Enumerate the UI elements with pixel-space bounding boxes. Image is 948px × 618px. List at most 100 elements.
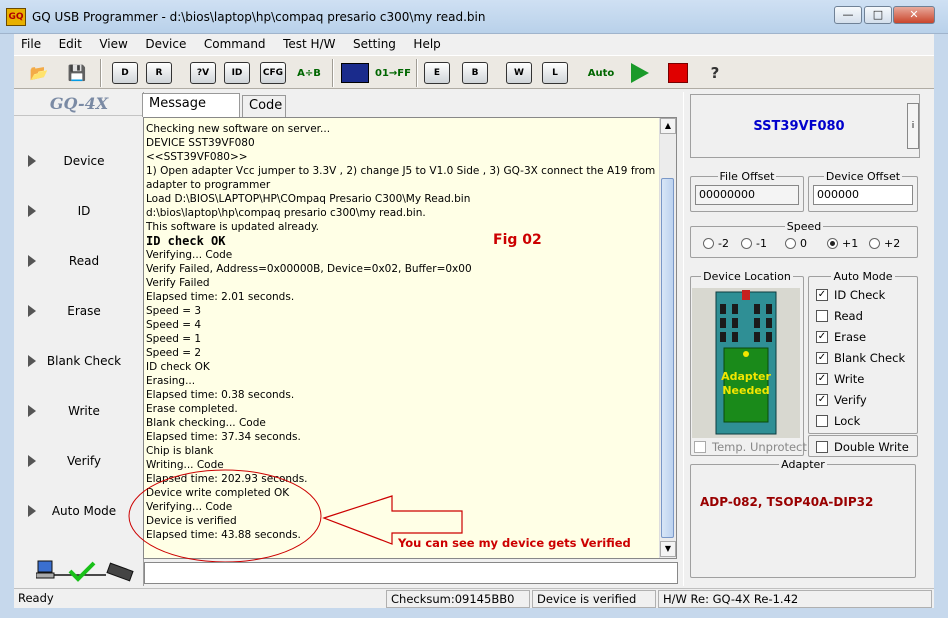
menu-help[interactable]: Help: [406, 34, 447, 51]
nav-erase[interactable]: Erase: [14, 286, 144, 336]
save-file-button[interactable]: 💾: [64, 59, 90, 87]
command-input[interactable]: [144, 562, 678, 584]
menu-file[interactable]: File: [14, 34, 48, 51]
scroll-up-arrow-icon[interactable]: ▲: [660, 118, 676, 134]
menu-device[interactable]: Device: [138, 34, 193, 51]
auto-mode-label: Lock: [834, 414, 861, 428]
nav-write[interactable]: Write: [14, 386, 144, 436]
play-arrow-icon: [28, 455, 36, 467]
radio-icon: [827, 238, 838, 249]
auto-mode-checkbox[interactable]: ✓ Write: [816, 372, 864, 386]
log-line: Verify Failed, Address=0x00000B, Device=…: [146, 263, 472, 275]
log-line: Speed = 2: [146, 347, 202, 359]
stop-icon: [668, 63, 688, 83]
play-arrow-icon: [28, 205, 36, 217]
auto-mode-checkbox[interactable]: ✓ Verify: [816, 393, 867, 407]
log-line: Elapsed time: 37.34 seconds.: [146, 431, 301, 443]
auto-mode-label: Write: [834, 372, 865, 386]
chip-label-line2: Needed: [722, 384, 769, 397]
nav-id[interactable]: ID: [14, 186, 144, 236]
toolbar-separator: [100, 59, 102, 87]
speed-radio[interactable]: -2: [703, 237, 729, 250]
id-button[interactable]: ID: [222, 59, 252, 87]
nav-read[interactable]: Read: [14, 236, 144, 286]
toolbar-separator: [416, 59, 418, 87]
scroll-thumb[interactable]: [661, 178, 674, 538]
nav-label: Blank Check: [46, 354, 122, 368]
close-button[interactable]: ✕: [893, 6, 935, 24]
log-line: d:\bios\laptop\hp\compaq presario c300\m…: [146, 207, 426, 219]
file-offset-field[interactable]: 00000000: [695, 185, 799, 205]
socket-icon: Adapter Needed: [715, 290, 777, 435]
nav-label: Erase: [67, 304, 101, 318]
toolbar-separator: [332, 59, 334, 87]
log-line: adapter to programmer: [146, 179, 271, 191]
compare-button[interactable]: A÷B: [294, 59, 324, 87]
tab-message-log[interactable]: Message Log: [142, 93, 240, 131]
scroll-down-arrow-icon[interactable]: ▼: [660, 541, 676, 557]
menu-edit[interactable]: Edit: [52, 34, 89, 51]
menu-test-hw[interactable]: Test H/W: [276, 34, 342, 51]
speed-radio-label: -1: [756, 237, 767, 250]
open-file-button[interactable]: 📂: [26, 59, 52, 87]
double-write-checkbox[interactable]: Double Write: [816, 440, 909, 454]
adapter-group: Adapter: [690, 458, 916, 578]
speed-radio[interactable]: 0: [785, 237, 807, 250]
log-line: This software is updated already.: [146, 221, 319, 233]
auto-button[interactable]: Auto: [584, 59, 618, 87]
checkbox-icon: [816, 441, 828, 453]
temp-unprotect-checkbox[interactable]: Temp. Unprotect: [694, 440, 807, 454]
speed-radio-label: +2: [884, 237, 901, 250]
stop-button[interactable]: [664, 59, 692, 87]
log-line: Speed = 3: [146, 305, 202, 317]
read-button[interactable]: R: [144, 59, 174, 87]
device-info-button[interactable]: i: [907, 103, 919, 149]
tab-code[interactable]: Code: [242, 95, 286, 117]
speed-radio[interactable]: -1: [741, 237, 767, 250]
auto-mode-checkbox[interactable]: ✓ Blank Check: [816, 351, 905, 365]
radio-icon: [869, 238, 880, 249]
auto-mode-checkbox[interactable]: Lock: [816, 414, 860, 428]
verify-button[interactable]: ?V: [188, 59, 218, 87]
device-offset-field[interactable]: 000000: [813, 185, 913, 205]
nav-auto-mode[interactable]: Auto Mode: [14, 486, 144, 536]
auto-mode-checkbox[interactable]: Read: [816, 309, 863, 323]
device-location-label: Device Location: [703, 270, 791, 283]
menu-setting[interactable]: Setting: [346, 34, 403, 51]
nav-blank-check[interactable]: Blank Check: [14, 336, 144, 386]
hex-edit-button[interactable]: [340, 59, 370, 87]
annotation-overlay: [128, 469, 463, 563]
play-arrow-icon: [28, 305, 36, 317]
checkbox-icon: [694, 441, 706, 453]
nav-verify[interactable]: Verify: [14, 436, 144, 486]
left-panel: GQ-4X Device ID Read Erase Blank Check W…: [14, 92, 144, 586]
blank-check-button[interactable]: B: [460, 59, 490, 87]
auto-mode-checkbox[interactable]: ✓ Erase: [816, 330, 866, 344]
log-line: Speed = 4: [146, 319, 202, 331]
connection-icon: [35, 560, 134, 582]
auto-mode-checkbox[interactable]: ✓ ID Check: [816, 288, 885, 302]
erase-button[interactable]: E: [422, 59, 452, 87]
menu-command[interactable]: Command: [197, 34, 273, 51]
menu-view[interactable]: View: [92, 34, 134, 51]
chip-icon: R: [146, 62, 172, 84]
fill-button[interactable]: 01→FF: [375, 59, 411, 87]
log-scrollbar[interactable]: ▲ ▼: [659, 118, 676, 558]
menu-bar: File Edit View Device Command Test H/W S…: [14, 34, 934, 54]
run-button[interactable]: [626, 59, 654, 87]
help-button[interactable]: ?: [704, 59, 726, 87]
lock-button[interactable]: L: [540, 59, 570, 87]
device-button[interactable]: D: [110, 59, 140, 87]
chip-icon: ID: [224, 62, 250, 84]
speed-radio[interactable]: +2: [869, 237, 900, 250]
title-bar[interactable]: GQ GQ USB Programmer - d:\bios\laptop\hp…: [0, 0, 948, 34]
window-frame-right: [934, 34, 948, 618]
nav-device[interactable]: Device: [14, 136, 144, 186]
maximize-button[interactable]: □: [864, 6, 892, 24]
config-button[interactable]: CFG: [258, 59, 288, 87]
log-line: Elapsed time: 2.01 seconds.: [146, 291, 295, 303]
adapter-label: Adapter: [781, 458, 825, 471]
minimize-button[interactable]: —: [834, 6, 862, 24]
speed-radio[interactable]: +1: [827, 237, 858, 250]
write-button[interactable]: W: [504, 59, 534, 87]
